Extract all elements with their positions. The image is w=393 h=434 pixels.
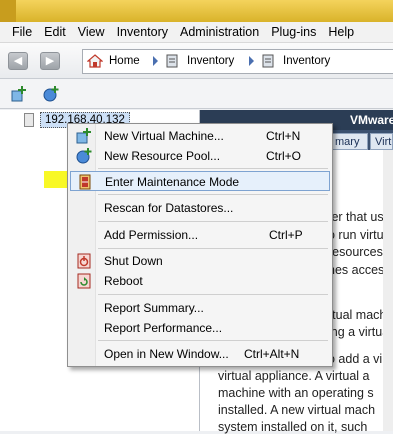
menu-item-label: Report Performance... — [104, 321, 223, 335]
menu-item-label: New Virtual Machine... — [104, 129, 224, 143]
description-line: installed. A new virtual mach — [218, 403, 376, 417]
menu-edit[interactable]: Edit — [38, 25, 72, 39]
menu-separator — [98, 221, 328, 222]
description-line: ter that us — [328, 210, 384, 224]
maintenance-mode-icon — [79, 174, 91, 190]
new-vm-icon — [76, 128, 91, 144]
menu-separator — [98, 194, 328, 195]
navigation-toolbar: ◀ ▶ Home Inventory Inventory — [0, 42, 393, 79]
description-line: ing a virtua — [328, 325, 390, 339]
shortcut-label: Ctrl+O — [266, 149, 302, 163]
menu-item-label: Report Summary... — [104, 301, 204, 315]
menu-item-label: Shut Down — [104, 254, 163, 268]
menu-view[interactable]: View — [72, 25, 111, 39]
reboot-icon — [77, 273, 91, 289]
new-vm-icon[interactable] — [10, 85, 28, 103]
context-menu: New Virtual Machine... Ctrl+N New Resour… — [67, 123, 333, 367]
tab-virtual-machines[interactable]: Virtua — [370, 133, 393, 150]
shortcut-label: Ctrl+P — [269, 228, 303, 242]
menu-item-enter-maintenance-mode[interactable]: Enter Maintenance Mode — [70, 171, 330, 191]
description-line: system installed on it, such — [218, 420, 368, 434]
action-toolbar — [0, 79, 393, 109]
menu-item-rescan-datastores[interactable]: Rescan for Datastores... — [70, 198, 330, 218]
menu-item-reboot[interactable]: Reboot — [70, 271, 330, 291]
menu-item-label: Enter Maintenance Mode — [105, 175, 240, 189]
menu-item-new-virtual-machine[interactable]: New Virtual Machine... Ctrl+N — [70, 126, 330, 146]
forward-arrow-icon[interactable]: ▶ — [40, 52, 60, 70]
menu-item-shut-down[interactable]: Shut Down — [70, 251, 330, 271]
menu-separator — [98, 168, 328, 169]
menu-item-report-summary[interactable]: Report Summary... — [70, 298, 330, 318]
menu-item-report-performance[interactable]: Report Performance... — [70, 318, 330, 338]
menu-separator — [98, 248, 328, 249]
breadcrumb-separator-icon — [153, 56, 158, 66]
menu-item-open-new-window[interactable]: Open in New Window... Ctrl+Alt+N — [70, 344, 330, 364]
description-line: resources — [328, 245, 383, 259]
menu-item-new-resource-pool[interactable]: New Resource Pool... Ctrl+O — [70, 146, 330, 166]
home-icon[interactable] — [87, 54, 103, 68]
breadcrumb-inventory-current[interactable]: Inventory — [283, 55, 330, 67]
menu-item-label: Reboot — [104, 274, 143, 288]
menu-help[interactable]: Help — [322, 25, 360, 39]
breadcrumb: Home Inventory Inventory — [82, 49, 393, 74]
menu-plugins[interactable]: Plug-ins — [265, 25, 322, 39]
scrollbar[interactable] — [383, 150, 393, 431]
menu-separator — [98, 294, 328, 295]
menu-item-label: Rescan for Datastores... — [104, 201, 234, 215]
breadcrumb-home[interactable]: Home — [109, 55, 140, 67]
title-bar — [0, 0, 393, 22]
description-line: machine with an operating s — [218, 386, 374, 400]
breadcrumb-separator-icon — [249, 56, 254, 66]
description-line: nes acces — [328, 263, 385, 277]
menu-administration[interactable]: Administration — [174, 25, 265, 39]
menu-item-label: Add Permission... — [104, 228, 199, 242]
host-icon — [24, 113, 34, 127]
menu-separator — [98, 340, 328, 341]
menu-bar: File Edit View Inventory Administration … — [0, 22, 393, 42]
shortcut-label: Ctrl+N — [266, 129, 301, 143]
description-line: o add a vir — [328, 352, 387, 366]
shutdown-icon — [77, 253, 91, 269]
menu-item-label: New Resource Pool... — [104, 149, 221, 163]
description-line: virtual appliance. A virtual a — [218, 369, 370, 383]
inventory-icon — [262, 54, 274, 68]
menu-item-label: Open in New Window... — [104, 347, 229, 361]
description-line: rtual mach — [328, 308, 387, 322]
inventory-icon — [166, 54, 178, 68]
tab-summary[interactable]: mary — [330, 133, 368, 150]
description-line: o run virtua — [328, 228, 391, 242]
shortcut-label: Ctrl+Alt+N — [244, 347, 300, 361]
menu-inventory[interactable]: Inventory — [111, 25, 174, 39]
breadcrumb-inventory[interactable]: Inventory — [187, 55, 234, 67]
resource-pool-icon[interactable] — [42, 85, 60, 103]
menu-file[interactable]: File — [6, 25, 38, 39]
menu-item-add-permission[interactable]: Add Permission... Ctrl+P — [70, 225, 330, 245]
resource-pool-icon — [76, 148, 92, 164]
back-arrow-icon[interactable]: ◀ — [8, 52, 28, 70]
